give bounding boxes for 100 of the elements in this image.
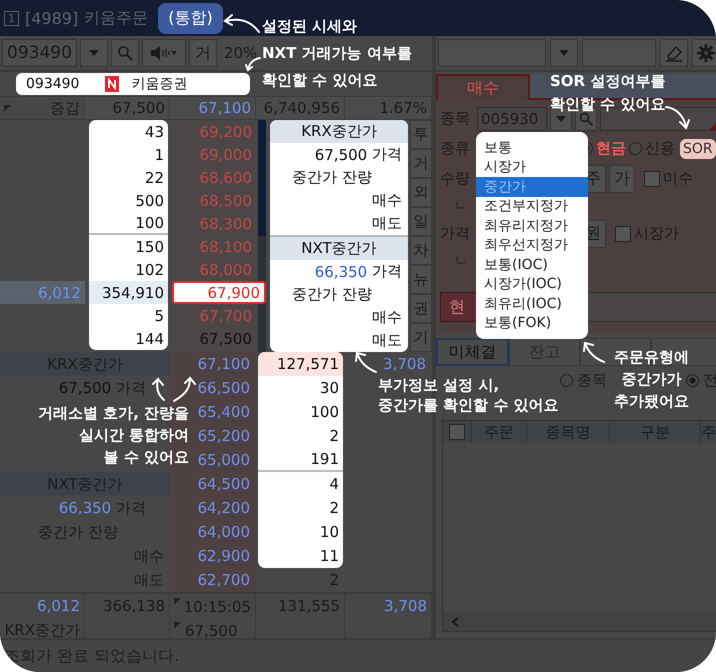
bid-price: 64,200 xyxy=(198,499,250,517)
quantity-value: 500 xyxy=(134,190,165,212)
volume-value: 3,708 xyxy=(383,355,426,373)
quantity-value: 10 xyxy=(318,522,340,543)
callout-text: 거래소별 호가, 잔량을 실시간 통합하여 볼 수 있어요 xyxy=(38,403,190,468)
menu-item[interactable]: 보통 xyxy=(476,138,588,158)
quantity-value: 102 xyxy=(134,260,165,280)
bid-price: 65,000 xyxy=(198,451,250,469)
bid-price: 65,200 xyxy=(198,427,250,445)
quantity-value: 1 xyxy=(153,144,165,166)
ask-price: 67,500 xyxy=(198,328,253,350)
bid-price: 64,500 xyxy=(198,475,250,493)
ask-price: 68,500 xyxy=(198,190,253,212)
menu-item[interactable]: 중간가 xyxy=(476,177,588,196)
ask-price: 68,300 xyxy=(198,214,253,234)
table-cell: 6,012 xyxy=(37,597,80,615)
bid-price: 62,700 xyxy=(198,571,250,589)
ask-price: 69,200 xyxy=(198,122,253,142)
radio-button[interactable] xyxy=(686,374,699,386)
mid-price-value: 66,350 xyxy=(58,499,112,517)
bid-price: 65,400 xyxy=(198,403,250,421)
checkbox[interactable] xyxy=(615,226,631,242)
checkbox[interactable] xyxy=(644,170,660,186)
quantity-value: 43 xyxy=(144,122,165,142)
bid-price: 66,500 xyxy=(198,379,250,397)
quantity-value: 11 xyxy=(318,546,340,567)
window-number: 1 xyxy=(4,10,19,26)
search-icon xyxy=(579,112,593,126)
buy-label: 매수 xyxy=(372,308,402,327)
pointer-arrow xyxy=(150,377,168,401)
radio-button[interactable] xyxy=(560,374,573,386)
checkbox[interactable] xyxy=(449,424,465,440)
radio-button[interactable] xyxy=(629,142,642,155)
ask-price: 68,100 xyxy=(198,236,253,258)
table-cell: 67,100 xyxy=(170,97,256,119)
tab[interactable]: 미체결 xyxy=(436,338,509,366)
remaining-label: 중간가 잔량 xyxy=(292,168,372,187)
quantity-value: 22 xyxy=(144,168,165,188)
bid-price: 62,900 xyxy=(198,547,250,565)
quantity-value: 5 xyxy=(153,306,165,326)
pointer-arrow xyxy=(222,12,262,36)
corner-mark-icon xyxy=(174,598,180,605)
logo-icon xyxy=(105,76,120,92)
callout-text: 설정된 시세와 NXT 거래가능 여부를 확인할 수 있어요 xyxy=(262,16,412,91)
quantity-value: 2 xyxy=(328,426,340,447)
order-tab[interactable]: 매수 xyxy=(436,74,530,100)
corner-mark-icon xyxy=(4,104,11,112)
price-label: 가격 xyxy=(372,262,402,281)
quantity-value: 30 xyxy=(318,378,340,399)
card-header: KRX중간가 xyxy=(270,120,408,143)
scroll-bar[interactable] xyxy=(443,613,716,631)
quantity-value: 144 xyxy=(134,328,165,350)
callout-text: 주문유형에 중간가가 추가됐어요 xyxy=(614,347,689,412)
menu-item[interactable]: 시장가(IOC) xyxy=(476,274,588,294)
eraser-icon xyxy=(665,44,683,62)
quantity-value: 354,910 xyxy=(89,281,168,304)
search-icon xyxy=(116,45,133,61)
menu-item[interactable]: 보통(IOC) xyxy=(476,255,588,274)
caret-icon xyxy=(559,50,569,56)
stock-code: 093490 xyxy=(26,76,80,92)
corner-mark-icon xyxy=(709,122,716,130)
bid-price: 67,100 xyxy=(198,355,250,373)
current-price-box: 67,900 xyxy=(172,281,266,304)
settings-icon xyxy=(697,44,715,62)
ask-price: 67,700 xyxy=(198,306,253,326)
quantity-value: 150 xyxy=(134,236,165,258)
eraser-button[interactable] xyxy=(660,39,688,67)
mode-badge: (통합) xyxy=(158,2,223,34)
caret-icon xyxy=(88,50,99,56)
mid-price-value: 67,500 xyxy=(314,146,368,164)
callout-text: 부가정보 설정 시, 중간가를 확인할 수 있어요 xyxy=(378,375,559,415)
quantity-value: 100 xyxy=(309,402,340,423)
bid-price: 64,000 xyxy=(198,523,250,541)
ask-price: 68,000 xyxy=(198,260,253,280)
quantity-value: 100 xyxy=(89,212,168,235)
sor-badge: SOR xyxy=(680,138,716,158)
sell-label: 매도 xyxy=(372,331,402,350)
scroll-left-icon xyxy=(451,617,459,627)
menu-item[interactable]: 조건부지정가 xyxy=(476,196,588,216)
sell-label: 매도 xyxy=(372,214,402,233)
corner-mark-icon xyxy=(174,622,181,629)
screen-code: [4989] xyxy=(25,8,78,28)
callout-text: SOR 설정여부를 확인할 수 있어요 xyxy=(550,71,666,115)
radio-label: 현금 xyxy=(596,139,626,158)
price-label: 가격 xyxy=(372,145,402,164)
mid-price-value: 66,350 xyxy=(314,262,368,280)
pointer-arrow xyxy=(172,376,196,402)
sound-button[interactable] xyxy=(142,39,186,67)
caret-icon xyxy=(556,116,566,122)
table-cell: 3,708 xyxy=(384,597,427,615)
quantity-value: 2 xyxy=(328,498,340,519)
buy-label: 매수 xyxy=(372,191,402,210)
pointer-arrow xyxy=(582,340,606,364)
quantity-value: 191 xyxy=(258,448,343,472)
pointer-arrow xyxy=(664,104,692,130)
ask-price: 69,000 xyxy=(198,144,253,166)
quantity-value: 127,571 xyxy=(258,352,343,376)
speaker-icon xyxy=(150,46,177,60)
change-value: 6,012 xyxy=(38,284,81,302)
settings-button[interactable] xyxy=(692,39,716,67)
